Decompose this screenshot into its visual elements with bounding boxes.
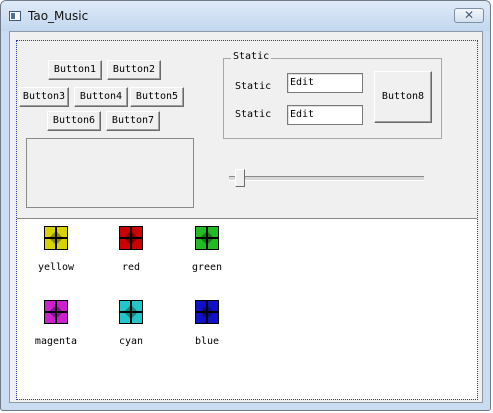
slider-track[interactable] bbox=[229, 176, 424, 181]
item-label: blue bbox=[194, 336, 220, 347]
static-label-2: Static bbox=[235, 109, 272, 120]
button1[interactable]: Button1 bbox=[48, 60, 102, 80]
green-tile-icon bbox=[195, 226, 219, 250]
item-label: magenta bbox=[34, 336, 78, 347]
list-item-yellow[interactable]: yellow bbox=[26, 224, 86, 284]
list-item-magenta[interactable]: magenta bbox=[26, 298, 86, 358]
static-label-1: Static bbox=[235, 81, 272, 92]
item-label: cyan bbox=[118, 336, 144, 347]
button3[interactable]: Button3 bbox=[19, 87, 69, 107]
button7[interactable]: Button7 bbox=[106, 111, 160, 131]
slider-thumb[interactable] bbox=[234, 169, 245, 187]
item-label: yellow bbox=[37, 262, 75, 273]
groupbox-title: Static bbox=[231, 51, 272, 62]
list-item-blue[interactable]: blue bbox=[177, 298, 237, 358]
app-window: Tao_Music ✕ Button1 Button2 Button3 Butt… bbox=[0, 0, 491, 411]
dialog-panel: Button1 Button2 Button3 Button4 Button5 … bbox=[16, 40, 478, 400]
button6[interactable]: Button6 bbox=[47, 111, 101, 131]
item-label: green bbox=[191, 262, 223, 273]
list-item-cyan[interactable]: cyan bbox=[101, 298, 161, 358]
button4[interactable]: Button4 bbox=[74, 87, 128, 107]
app-icon bbox=[9, 11, 21, 21]
edit-field-2[interactable]: Edit bbox=[287, 105, 363, 125]
edit-field-1[interactable]: Edit bbox=[287, 73, 363, 93]
red-tile-icon bbox=[119, 226, 143, 250]
yellow-tile-icon bbox=[44, 226, 68, 250]
blue-tile-icon bbox=[195, 300, 219, 324]
static-frame bbox=[26, 138, 194, 208]
button5[interactable]: Button5 bbox=[130, 87, 184, 107]
list-item-red[interactable]: red bbox=[101, 224, 161, 284]
title-bar[interactable]: Tao_Music ✕ bbox=[1, 1, 490, 31]
magenta-tile-icon bbox=[44, 300, 68, 324]
icon-list-view[interactable]: yellow red green magenta cyan blue bbox=[17, 218, 477, 399]
button8[interactable]: Button8 bbox=[374, 71, 432, 123]
cyan-tile-icon bbox=[119, 300, 143, 324]
close-button[interactable]: ✕ bbox=[454, 8, 484, 23]
item-label: red bbox=[121, 262, 141, 273]
button2[interactable]: Button2 bbox=[107, 60, 161, 80]
client-area: Button1 Button2 Button3 Button4 Button5 … bbox=[9, 31, 483, 403]
window-title: Tao_Music bbox=[28, 9, 89, 23]
list-item-green[interactable]: green bbox=[177, 224, 237, 284]
